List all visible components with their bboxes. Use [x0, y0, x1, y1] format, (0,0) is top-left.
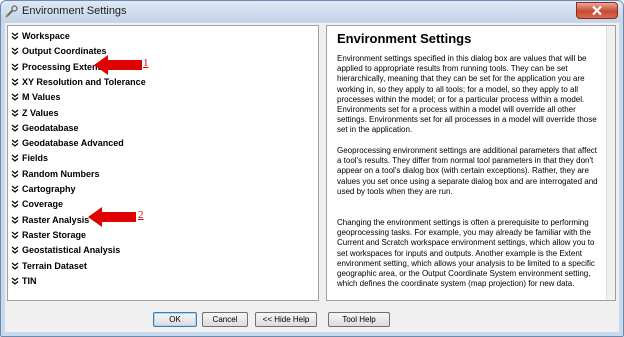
tree-item-label: XY Resolution and Tolerance [22, 76, 146, 87]
chevron-down-icon [11, 216, 19, 224]
window-title: Environment Settings [22, 5, 127, 17]
tree-item-workspace[interactable]: Workspace [11, 29, 70, 43]
chevron-down-icon [11, 47, 19, 56]
tree-item-coverage[interactable]: Coverage [11, 197, 63, 211]
chevron-down-icon [11, 200, 19, 209]
tree-item-raster-analysis[interactable]: Raster Analysis [11, 213, 89, 227]
tree-item-label: Processing Extent [22, 61, 101, 72]
tree-item-label: Z Values [22, 107, 59, 118]
tree-item-raster-storage[interactable]: Raster Storage [11, 228, 86, 242]
tree-item-label: Coverage [22, 199, 64, 210]
tree-item-label: Geostatistical Analysis [22, 245, 121, 256]
tree-item-label: Geodatabase [22, 122, 79, 133]
chevron-down-icon [11, 139, 19, 147]
annotation-number-2: 2 [138, 209, 144, 221]
help-paragraph: Geoprocessing environment settings are a… [337, 146, 598, 196]
arrow-1 [94, 55, 142, 75]
tree-item-output-coordinates[interactable]: Output Coordinates [11, 44, 107, 58]
toolbox-icon [5, 5, 18, 18]
settings-tree-panel: Workspace Output Coordinates Processing Ex… [7, 25, 319, 301]
help-paragraph: Environment settings specified in this d… [337, 54, 597, 135]
tree-item-tin[interactable]: TIN [11, 274, 37, 288]
tree-item-label: Geodatabase Advanced [22, 138, 124, 149]
chevron-down-icon [11, 93, 19, 101]
tree-item-label: Raster Storage [22, 229, 87, 240]
tree-item-terrain-dataset[interactable]: Terrain Dataset [11, 259, 87, 273]
chevron-down-icon [11, 185, 19, 193]
chevron-down-icon [11, 246, 19, 254]
annotation-number-1: 1 [143, 57, 149, 69]
close-button[interactable] [576, 2, 618, 19]
tool-help-button[interactable]: Tool Help [328, 312, 390, 327]
chevron-down-icon [11, 262, 19, 270]
tree-item-processing-extent[interactable]: Processing Extent [11, 60, 101, 74]
tree-item-label: Workspace [22, 31, 70, 41]
chevron-down-icon [11, 124, 19, 132]
chevron-down-icon [11, 277, 19, 285]
title-bar[interactable]: Environment Settings [1, 1, 623, 22]
chevron-down-icon [11, 231, 19, 239]
environment-settings-window: Environment Settings Workspace Output Coo… [0, 0, 624, 337]
chevron-down-icon [11, 32, 19, 40]
help-title: Environment Settings [337, 31, 472, 46]
tree-item-label: Random Numbers [22, 168, 100, 179]
help-scrollbar[interactable] [606, 26, 615, 300]
chevron-down-icon [11, 170, 19, 178]
ok-button[interactable]: OK [153, 312, 197, 327]
chevron-down-icon [11, 154, 19, 163]
tree-item-geostatistical-analysis[interactable]: Geostatistical Analysis [11, 243, 120, 257]
close-icon [592, 5, 602, 16]
tree-item-geodatabase-advanced[interactable]: Geodatabase Advanced [11, 136, 124, 150]
tree-item-label: Fields [22, 153, 49, 164]
tree-item-random-numbers[interactable]: Random Numbers [11, 167, 100, 181]
arrow-2 [88, 207, 136, 227]
tree-item-cartography[interactable]: Cartography [11, 182, 76, 196]
chevron-down-icon [11, 63, 19, 71]
chevron-down-icon [11, 78, 19, 86]
chevron-down-icon [11, 109, 19, 117]
tree-item-fields[interactable]: Fields [11, 151, 48, 165]
tree-item-xy-resolution-and-tolerance[interactable]: XY Resolution and Tolerance [11, 75, 146, 89]
help-panel: Environment Settings Environment setting… [326, 25, 616, 301]
tree-item-m-values[interactable]: M Values [11, 90, 61, 104]
tree-item-label: Terrain Dataset [22, 260, 87, 271]
tree-item-label: TIN [22, 275, 37, 286]
tree-item-label: Cartography [22, 184, 76, 194]
tree-item-label: M Values [22, 92, 61, 103]
tree-item-label: Raster Analysis [22, 214, 90, 225]
cancel-button[interactable]: Cancel [202, 312, 248, 327]
tree-item-geodatabase[interactable]: Geodatabase [11, 121, 79, 135]
tree-item-z-values[interactable]: Z Values [11, 106, 59, 120]
help-paragraph: Changing the environment settings is oft… [337, 218, 595, 289]
hide-help-button[interactable]: << Hide Help [255, 312, 317, 327]
